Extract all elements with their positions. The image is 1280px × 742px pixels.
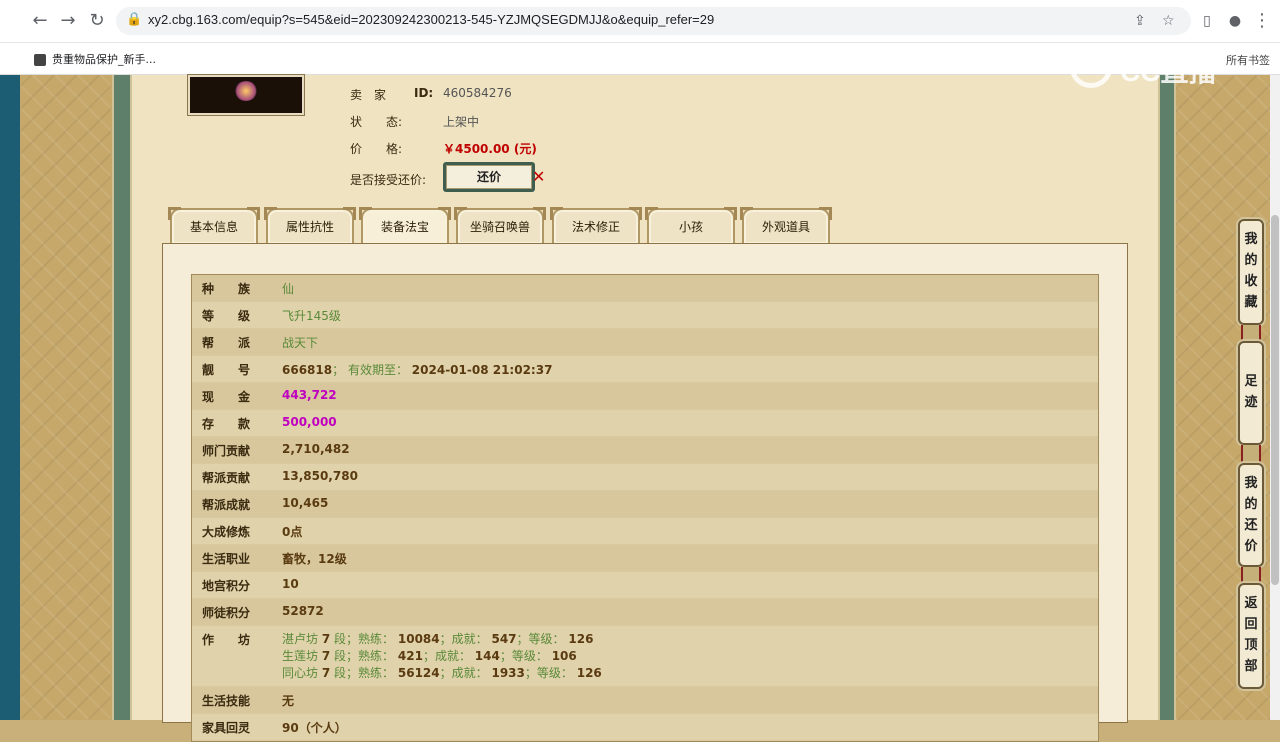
my-favorites-button[interactable]: 我的收藏 <box>1238 219 1264 325</box>
menu-icon[interactable]: ⋮ <box>1250 9 1274 33</box>
table-row: 现 金 443,722 <box>192 383 1098 410</box>
price-value: ￥4500.00 (元) <box>443 142 537 156</box>
workshop-line: 生莲坊 7 段；熟练： 421；成就： 144；等级： 106 <box>282 649 577 663</box>
tab-basic-info[interactable]: 基本信息 <box>168 207 260 244</box>
logo-ring-icon <box>1070 48 1112 88</box>
left-edge <box>0 75 20 720</box>
history-button[interactable]: 足迹 <box>1238 341 1264 445</box>
table-row: 帮派贡献 13,850,780 <box>192 464 1098 491</box>
scroll-thumb[interactable] <box>1271 215 1279 585</box>
reload-icon[interactable]: ↻ <box>85 9 109 33</box>
tab-mounts-pets[interactable]: 坐骑召唤兽 <box>454 207 546 244</box>
table-row: 帮派成就 10,465 <box>192 491 1098 518</box>
main-content: 卖 家 ID: 460584276 状 态: 上架中 价 格: ￥4500.00… <box>132 75 1158 742</box>
table-row: 存 款 500,000 <box>192 410 1098 437</box>
table-row: 帮 派战天下 <box>192 329 1098 356</box>
address-bar[interactable]: 🔒 xy2.cbg.163.com/equip?s=545&eid=202309… <box>116 7 1191 35</box>
tab-appearance[interactable]: 外观道具 <box>740 207 832 244</box>
price-label: 价 格: <box>350 142 403 156</box>
details-panel: 种 族仙 等 级飞升145级 帮 派战天下 靓 号 666818； 有效期至： 2… <box>162 243 1128 742</box>
back-to-top-button[interactable]: 返回顶部 <box>1238 583 1264 689</box>
watermark-logo: CC直播 <box>1068 48 1243 90</box>
status-label: 状 态: <box>350 115 403 129</box>
table-row: 生活技能无 <box>192 687 1098 714</box>
star-icon[interactable]: ☆ <box>1162 13 1175 29</box>
item-thumbnail <box>188 75 304 115</box>
close-icon: ✕ <box>532 167 546 186</box>
tab-attributes[interactable]: 属性抗性 <box>264 207 356 244</box>
workshop-line: 同心坊 7 段；熟练： 56124；成就： 1933；等级： 126 <box>282 666 602 680</box>
table-row: 师徒积分 52872 <box>192 599 1098 626</box>
gem-icon <box>234 81 258 101</box>
tab-children[interactable]: 小孩 <box>645 207 737 244</box>
lock-icon: 🔒 <box>126 12 143 27</box>
seller-label: 卖 家 <box>350 88 387 102</box>
tab-spell-correction[interactable]: 法术修正 <box>550 207 642 244</box>
bookmark-item[interactable]: 贵重物品保护_新手... <box>34 51 156 67</box>
table-row: 师门贡献 2,710,482 <box>192 437 1098 464</box>
url-text[interactable]: xy2.cbg.163.com/equip?s=545&eid=20230924… <box>148 12 714 27</box>
back-icon[interactable]: ← <box>28 9 52 33</box>
workshop-line: 湛卢坊 7 段；熟练： 10084；成就： 547；等级： 126 <box>282 632 594 646</box>
counter-offer-label: 是否接受还价: <box>350 173 427 187</box>
table-row: 种 族仙 <box>192 275 1098 302</box>
seller-key: ID: <box>414 86 434 100</box>
table-row: 家具回灵 90（个人） <box>192 714 1098 741</box>
browser-toolbar: ← → ↻ 🔒 xy2.cbg.163.com/equip?s=545&eid=… <box>0 0 1280 43</box>
right-strip <box>1158 75 1176 720</box>
left-strip <box>112 75 132 720</box>
my-offers-button[interactable]: 我的还价 <box>1238 463 1264 567</box>
table-row: 等 级飞升145级 <box>192 302 1098 329</box>
table-row: 生活职业 畜牧，12级 <box>192 545 1098 572</box>
table-row: 靓 号 666818； 有效期至： 2024-01-08 21:02:37 <box>192 356 1098 383</box>
sidebar-toggle-icon[interactable]: ▯ <box>1195 9 1219 33</box>
table-row: 大成修炼 0点 <box>192 518 1098 545</box>
seller-id: 460584276 <box>443 86 512 100</box>
share-icon[interactable]: ⇪ <box>1134 13 1146 29</box>
counter-offer-button[interactable]: 还价 <box>443 162 535 192</box>
profile-icon[interactable]: ● <box>1223 9 1247 33</box>
table-row: 作 坊 湛卢坊 7 段；熟练： 10084；成就： 547；等级： 126 生莲… <box>192 626 1098 687</box>
page-body: 卖 家 ID: 460584276 状 态: 上架中 价 格: ￥4500.00… <box>0 75 1280 742</box>
forward-icon[interactable]: → <box>56 9 80 33</box>
tab-equipment[interactable]: 装备法宝 <box>359 207 451 244</box>
details-table: 种 族仙 等 级飞升145级 帮 派战天下 靓 号 666818； 有效期至： 2… <box>191 274 1099 742</box>
nav-connector <box>1241 445 1261 465</box>
left-decoration <box>20 75 112 720</box>
table-row: 地宫积分 10 <box>192 572 1098 599</box>
page-scrollbar[interactable] <box>1270 75 1280 720</box>
status-value: 上架中 <box>443 115 480 129</box>
bookmark-favicon-icon <box>34 54 46 66</box>
